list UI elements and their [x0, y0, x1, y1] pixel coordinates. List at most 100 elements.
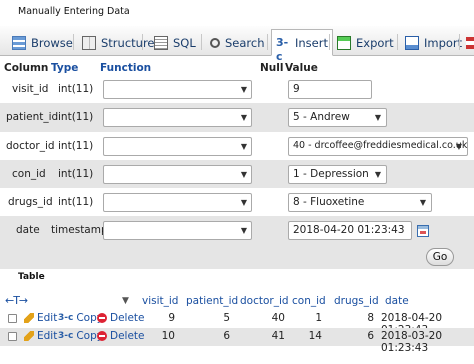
- column-name: con_id: [12, 168, 46, 180]
- function-select[interactable]: ▼: [103, 80, 252, 99]
- tab-bar: Browse Structure SQL Search 3-c Insert E…: [0, 26, 474, 63]
- value-select-text: 8 - Fluoxetine: [293, 196, 365, 208]
- column-type: int(11): [58, 196, 94, 208]
- column-type: int(11): [58, 140, 94, 152]
- browse-icon: [12, 35, 26, 50]
- insert-row-patient-id: patient_id int(11) ▼ 5 - Andrew ▼: [0, 103, 474, 132]
- pencil-icon: [24, 331, 34, 341]
- cell-date: 2018-03-20 01:23:43: [381, 330, 443, 354]
- col-header-con-id[interactable]: con_id: [292, 295, 326, 307]
- page-heading: Manually Entering Data: [18, 6, 130, 17]
- results-header: ←T→ ▼ visit_id patient_id doctor_id con_…: [0, 293, 474, 309]
- row-checkbox[interactable]: [8, 314, 17, 323]
- value-select[interactable]: 1 - Depression ▼: [288, 165, 387, 184]
- insert-row-date: date timestamp ▼ 2018-04-20 01:23:43: [0, 216, 474, 245]
- tab-import[interactable]: Import: [401, 29, 466, 56]
- cell-visit-id: 9: [168, 312, 175, 324]
- tab-browse-label: Browse: [31, 35, 73, 50]
- delete-icon: [97, 313, 107, 323]
- cell-visit-id: 10: [161, 330, 175, 342]
- col-header-visit-id[interactable]: visit_id: [142, 295, 178, 307]
- tab-search[interactable]: Search: [206, 29, 269, 56]
- tab-insert[interactable]: 3-c Insert: [271, 29, 333, 63]
- table-row: Edit 3-c Copy Delete 10 6 41 14 6 2018-03…: [0, 328, 474, 354]
- column-type: timestamp: [51, 224, 108, 236]
- delete-label: Delete: [110, 312, 145, 324]
- calendar-icon[interactable]: [417, 225, 429, 237]
- edit-link[interactable]: Edit: [24, 330, 57, 342]
- function-select[interactable]: ▼: [103, 108, 252, 127]
- cell-doctor-id: 41: [271, 330, 285, 342]
- header-column: Column: [4, 62, 49, 74]
- insert-form-header: Column Type Function Null Value: [0, 60, 474, 76]
- value-select[interactable]: 8 - Fluoxetine ▼: [288, 193, 432, 212]
- cell-patient-id: 5: [223, 312, 230, 324]
- sql-icon: [154, 35, 168, 50]
- edit-label: Edit: [37, 312, 58, 324]
- copy-icon: 3-c: [58, 331, 74, 341]
- value-select[interactable]: 40 - drcoffee@freddiesmedical.co.uk ▼: [288, 137, 468, 156]
- cell-drugs-id: 8: [367, 312, 374, 324]
- table-row: Edit 3-c Copy Delete 9 5 40 1 8 2018-04-2…: [0, 310, 474, 336]
- tab-structure[interactable]: Structure: [78, 29, 159, 56]
- sort-arrow-icon[interactable]: ▼: [122, 296, 129, 306]
- column-type: int(11): [58, 83, 94, 95]
- value-select-text: 1 - Depression: [293, 168, 369, 180]
- header-function: Function: [100, 62, 152, 74]
- col-header-patient-id[interactable]: patient_id: [186, 295, 238, 307]
- insert-row-con-id: con_id int(11) ▼ 1 - Depression ▼: [0, 160, 474, 189]
- structure-icon: [82, 35, 96, 50]
- delete-icon: [97, 331, 107, 341]
- header-null: Null: [260, 62, 284, 74]
- function-select[interactable]: ▼: [103, 221, 252, 240]
- value-select[interactable]: 5 - Andrew ▼: [288, 108, 387, 127]
- edit-link[interactable]: Edit: [24, 312, 57, 324]
- go-button[interactable]: Go: [426, 248, 454, 266]
- delete-label: Delete: [110, 330, 145, 342]
- value-select-text: 40 - drcoffee@freddiesmedical.co.uk: [293, 140, 468, 151]
- function-select[interactable]: ▼: [103, 165, 252, 184]
- delete-link[interactable]: Delete: [97, 312, 145, 324]
- column-type: int(11): [58, 168, 94, 180]
- column-resize-icon[interactable]: ←T→: [5, 294, 28, 307]
- tab-export-label: Export: [356, 35, 394, 50]
- cell-con-id: 14: [308, 330, 322, 342]
- value-select-text: 5 - Andrew: [293, 111, 350, 123]
- column-type: int(11): [58, 111, 94, 123]
- insert-row-drugs-id: drugs_id int(11) ▼ 8 - Fluoxetine ▼: [0, 188, 474, 217]
- delete-link[interactable]: Delete: [97, 330, 145, 342]
- insert-icon: 3-c: [276, 35, 289, 63]
- column-name: drugs_id: [8, 196, 53, 208]
- tab-sql-label: SQL: [173, 35, 196, 50]
- function-select[interactable]: ▼: [103, 137, 252, 156]
- row-checkbox[interactable]: [8, 332, 17, 341]
- col-header-date[interactable]: date: [385, 295, 409, 307]
- column-name: visit_id: [12, 83, 49, 95]
- col-header-doctor-id[interactable]: doctor_id: [240, 295, 289, 307]
- search-icon: [210, 37, 220, 48]
- column-name: patient_id: [6, 111, 59, 123]
- tab-structure-label: Structure: [101, 35, 155, 50]
- more-tabs-icon[interactable]: [462, 29, 474, 56]
- tab-sql[interactable]: SQL: [150, 29, 200, 56]
- value-input[interactable]: 2018-04-20 01:23:43: [288, 221, 412, 240]
- cell-doctor-id: 40: [271, 312, 285, 324]
- tab-export[interactable]: Export: [333, 29, 398, 56]
- function-select[interactable]: ▼: [103, 193, 252, 212]
- pencil-icon: [24, 313, 34, 323]
- column-name: date: [16, 224, 40, 236]
- tab-insert-label: Insert: [295, 35, 328, 50]
- edit-label: Edit: [37, 330, 58, 342]
- column-name: doctor_id: [6, 140, 55, 152]
- tab-browse[interactable]: Browse: [8, 29, 77, 56]
- table-caption: Table: [18, 272, 45, 282]
- header-value: Value: [285, 62, 318, 74]
- cell-con-id: 1: [315, 312, 322, 324]
- header-type: Type: [51, 62, 79, 74]
- col-header-drugs-id[interactable]: drugs_id: [334, 295, 379, 307]
- tab-import-label: Import: [424, 35, 463, 50]
- cell-patient-id: 6: [223, 330, 230, 342]
- value-input[interactable]: 9: [288, 80, 372, 99]
- insert-row-visit-id: visit_id int(11) ▼ 9: [0, 75, 474, 104]
- copy-icon: 3-c: [58, 313, 74, 323]
